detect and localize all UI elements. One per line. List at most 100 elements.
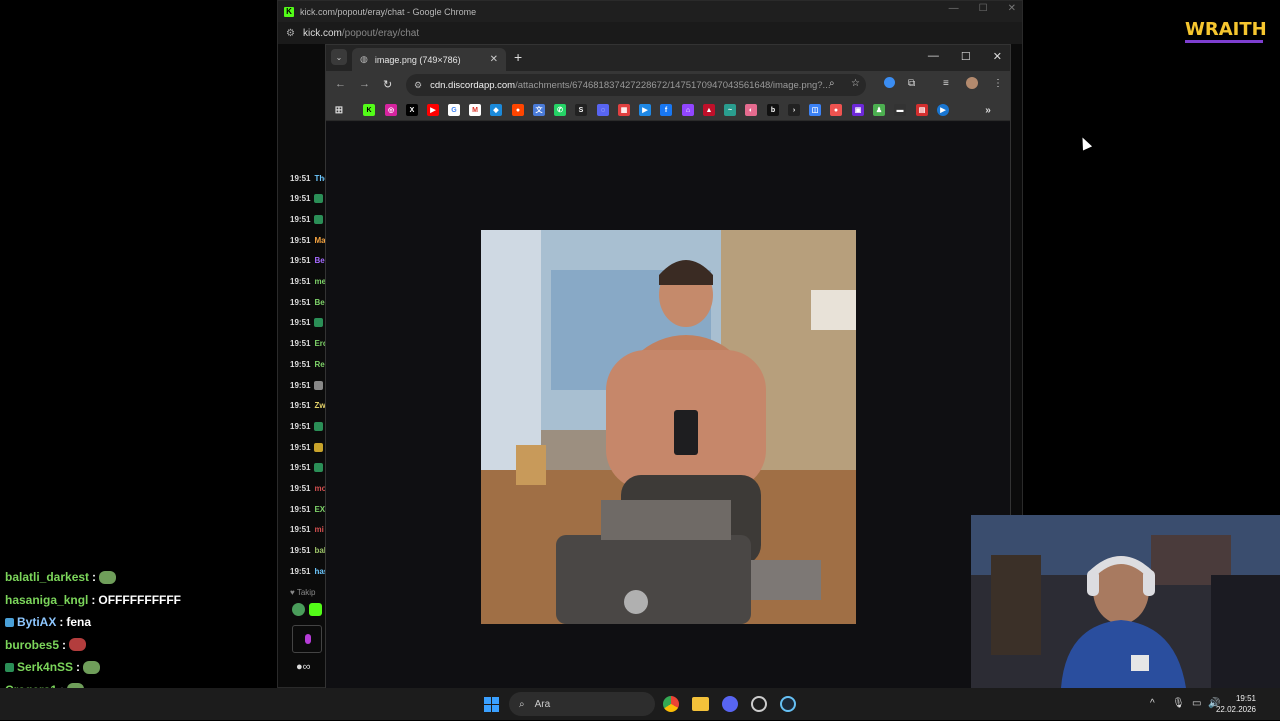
steam-taskbar-icon[interactable] (780, 696, 796, 712)
minimize-icon[interactable]: — (928, 50, 939, 63)
overlay-chat-line: Serk4nSS : (5, 658, 101, 676)
follow-label-text: Takip (296, 588, 316, 597)
chat-badge-icon (314, 421, 324, 431)
app-taskbar-icon[interactable] (751, 696, 767, 712)
taskbar-clock[interactable]: 19:51 22.02.2026 (1216, 693, 1256, 715)
more-bookmarks-icon[interactable]: » (982, 104, 994, 116)
back-arrow-icon[interactable]: ← (335, 78, 346, 90)
new-tab-icon[interactable]: + (514, 49, 522, 65)
zoom-icon[interactable]: ⌕ (829, 78, 835, 89)
maximize-icon[interactable]: ☐ (961, 50, 971, 63)
bookmark-icon[interactable]: › (788, 104, 800, 116)
x-bookmark-icon[interactable]: X (406, 104, 418, 116)
chat-username[interactable]: EX (314, 505, 325, 514)
bookmark-icon[interactable]: ▶ (937, 104, 949, 116)
twitch-bookmark-icon[interactable]: ⌂ (682, 104, 694, 116)
reload-icon[interactable]: ↻ (383, 78, 392, 91)
gym-selfie-image[interactable] (481, 230, 856, 624)
forward-arrow-icon[interactable]: → (359, 78, 370, 90)
close-icon[interactable]: ✕ (1008, 3, 1016, 14)
chat-line: 19:51 (290, 440, 324, 454)
chat-line: 19:51 bal (290, 544, 326, 558)
apps-grid-icon[interactable]: ⊞ (333, 104, 345, 116)
follow-label[interactable]: ♥ Takip (290, 588, 316, 597)
bookmark-icon[interactable]: ◌ (597, 104, 609, 116)
back-window-titlebar[interactable]: K kick.com/popout/eray/chat - Google Chr… (278, 1, 1022, 22)
media-controls-icon[interactable]: ≡ (943, 78, 949, 89)
overlay-message: OFFFFFFFFFF (98, 592, 182, 607)
address-bar[interactable]: ⚙ cdn.discordapp.com/attachments/6746818… (406, 74, 866, 96)
overlay-username: Serk4nSS (17, 660, 74, 674)
tab-image[interactable]: ◍ image.png (749×786) ✕ (352, 48, 506, 71)
bookmark-icon[interactable]: ◆ (490, 104, 502, 116)
minimize-icon[interactable]: — (949, 3, 959, 14)
reddit-bookmark-icon[interactable]: ● (512, 104, 524, 116)
bookmark-icon[interactable]: b (767, 104, 779, 116)
file-explorer-icon[interactable] (692, 697, 709, 711)
bookmark-icon[interactable]: ◫ (809, 104, 821, 116)
chat-username[interactable]: Zw (314, 401, 325, 410)
chat-time: 19:51 (290, 214, 311, 224)
tray-chevron-icon[interactable]: ^ (1150, 698, 1155, 709)
bookmark-icon[interactable]: S (575, 104, 587, 116)
mic-button[interactable] (292, 625, 322, 653)
emote-icon[interactable] (292, 603, 305, 616)
infinity-icon[interactable]: ●∞ (296, 661, 311, 673)
translate-bookmark-icon[interactable]: 文 (533, 104, 545, 116)
bookmark-star-icon[interactable]: ☆ (851, 78, 860, 89)
google-bookmark-icon[interactable]: G (448, 104, 460, 116)
bookmark-icon[interactable]: ▤ (916, 104, 928, 116)
taskbar-search[interactable]: ⌕ Ara (509, 692, 655, 716)
discord-taskbar-icon[interactable] (722, 696, 738, 712)
chat-line: 19:51 has (290, 564, 328, 578)
close-icon[interactable]: ✕ (993, 50, 1002, 63)
chat-line: 19:51 (290, 212, 324, 226)
bookmark-icon[interactable]: ▣ (852, 104, 864, 116)
overlay-username: burobes5 (5, 637, 60, 652)
facebook-bookmark-icon[interactable]: f (660, 104, 672, 116)
network-tray-icon[interactable]: ▭ (1192, 698, 1201, 709)
site-info-icon[interactable]: ⚙ (414, 80, 422, 91)
instagram-bookmark-icon[interactable]: ◎ (385, 104, 397, 116)
maximize-icon[interactable]: ☐ (979, 3, 988, 14)
chat-time: 19:51 (290, 546, 311, 556)
extension-icon[interactable] (884, 77, 895, 88)
tab-search-button[interactable]: ⌄ (331, 49, 347, 65)
bookmark-icon[interactable]: ▦ (618, 104, 630, 116)
chat-time: 19:51 (290, 318, 311, 328)
chat-username[interactable]: mi (314, 525, 323, 534)
chat-time: 19:51 (290, 566, 311, 576)
bookmark-icon[interactable]: ▬ (894, 104, 906, 116)
emote-icon[interactable] (309, 603, 322, 616)
chat-badge-icon (314, 380, 324, 390)
extensions-puzzle-icon[interactable]: ⧉ (908, 78, 915, 89)
menu-kebab-icon[interactable]: ⋮ (993, 78, 1003, 89)
site-settings-icon[interactable]: ⚙ (286, 28, 295, 39)
chat-username[interactable]: Ma (314, 236, 325, 245)
chat-time: 19:51 (290, 339, 311, 349)
bookmark-icon[interactable]: ◐ (745, 104, 757, 116)
close-tab-icon[interactable]: ✕ (490, 54, 498, 65)
gmail-bookmark-icon[interactable]: M (469, 104, 481, 116)
microphone-tray-icon[interactable]: 🎙 (1172, 698, 1185, 709)
whatsapp-bookmark-icon[interactable]: ✆ (554, 104, 566, 116)
back-url-path: /popout/eray/chat (341, 27, 420, 39)
chat-time: 19:51 (290, 525, 311, 535)
bookmark-icon[interactable]: ● (830, 104, 842, 116)
mouse-cursor-icon (1077, 135, 1093, 151)
chrome-taskbar-icon[interactable] (663, 696, 679, 712)
bookmark-icon[interactable]: ~ (724, 104, 736, 116)
bookmark-icon[interactable]: ▶ (639, 104, 651, 116)
youtube-bookmark-icon[interactable]: ▶ (427, 104, 439, 116)
wraith-logo-text: WRAITH (1185, 19, 1267, 40)
profile-avatar[interactable] (966, 77, 978, 89)
overlay-separator: : (76, 660, 81, 674)
overlay-chat-line: balatli_darkest : (5, 568, 117, 586)
back-address-bar[interactable]: ⚙ kick.com/popout/eray/chat (278, 22, 1022, 44)
user-badge-icon (5, 617, 14, 627)
bookmark-icon[interactable]: ▲ (703, 104, 715, 116)
url-path: /attachments/674681837427228672/14751709… (515, 79, 831, 91)
windows-start-icon[interactable] (484, 697, 499, 712)
kick-bookmark-icon[interactable]: K (363, 104, 375, 116)
bookmark-icon[interactable]: ♟ (873, 104, 885, 116)
